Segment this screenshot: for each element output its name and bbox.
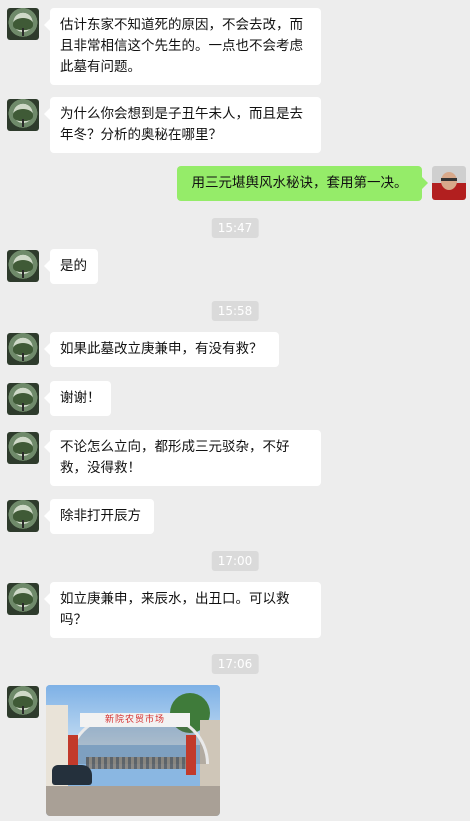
message-bubble[interactable]: 除非打开辰方 <box>44 499 154 534</box>
message-bubble[interactable]: 估计东家不知道死的原因，不会去改，而且非常相信这个先生的。一点也不会考虑此墓有问… <box>44 8 321 85</box>
message-bubble-self[interactable]: 用三元堪舆风水秘诀，套用第一决。 <box>177 166 428 201</box>
message-text: 谢谢！ <box>60 390 101 406</box>
avatar[interactable] <box>7 500 39 532</box>
avatar[interactable] <box>7 383 39 415</box>
avatar[interactable] <box>7 8 39 40</box>
timestamp: 15:47 <box>211 218 259 238</box>
message-text: 估计东家不知道死的原因，不会去改，而且非常相信这个先生的。一点也不会考虑此墓有问… <box>60 17 303 75</box>
message-text: 如果此墓改立庚兼申，有没有救？ <box>60 341 263 357</box>
avatar[interactable] <box>7 333 39 365</box>
message-bubble[interactable]: 如立庚兼申，来辰水，出丑口。可以救吗？ <box>44 582 321 638</box>
message-text: 除非打开辰方 <box>60 508 141 524</box>
avatar-self[interactable] <box>432 166 466 200</box>
avatar[interactable] <box>7 686 39 718</box>
avatar[interactable] <box>7 250 39 282</box>
market-sign: 新院农贸市场 <box>80 713 190 727</box>
message-bubble[interactable]: 为什么你会想到是子丑午未人，而且是去年冬？分析的奥秘在哪里？ <box>44 97 321 153</box>
message-text: 不论怎么立向，都形成三元驳杂，不好救，没得救！ <box>60 439 290 476</box>
message-text: 为什么你会想到是子丑午未人，而且是去年冬？分析的奥秘在哪里？ <box>60 106 303 143</box>
message-text: 如立庚兼申，来辰水，出丑口。可以救吗？ <box>60 591 290 628</box>
timestamp: 17:00 <box>211 551 259 571</box>
timestamp: 17:06 <box>211 654 259 674</box>
message-text: 是的 <box>60 258 87 274</box>
message-bubble[interactable]: 如果此墓改立庚兼申，有没有救？ <box>44 332 279 367</box>
timestamp: 15:58 <box>211 301 259 321</box>
message-text: 用三元堪舆风水秘诀，套用第一决。 <box>191 175 408 191</box>
message-bubble[interactable]: 谢谢！ <box>44 381 111 416</box>
message-bubble[interactable]: 是的 <box>44 249 98 284</box>
avatar[interactable] <box>7 432 39 464</box>
message-bubble[interactable]: 不论怎么立向，都形成三元驳杂，不好救，没得救！ <box>44 430 321 486</box>
image-message[interactable]: 新院农贸市场 <box>46 685 220 816</box>
avatar[interactable] <box>7 583 39 615</box>
avatar[interactable] <box>7 99 39 131</box>
